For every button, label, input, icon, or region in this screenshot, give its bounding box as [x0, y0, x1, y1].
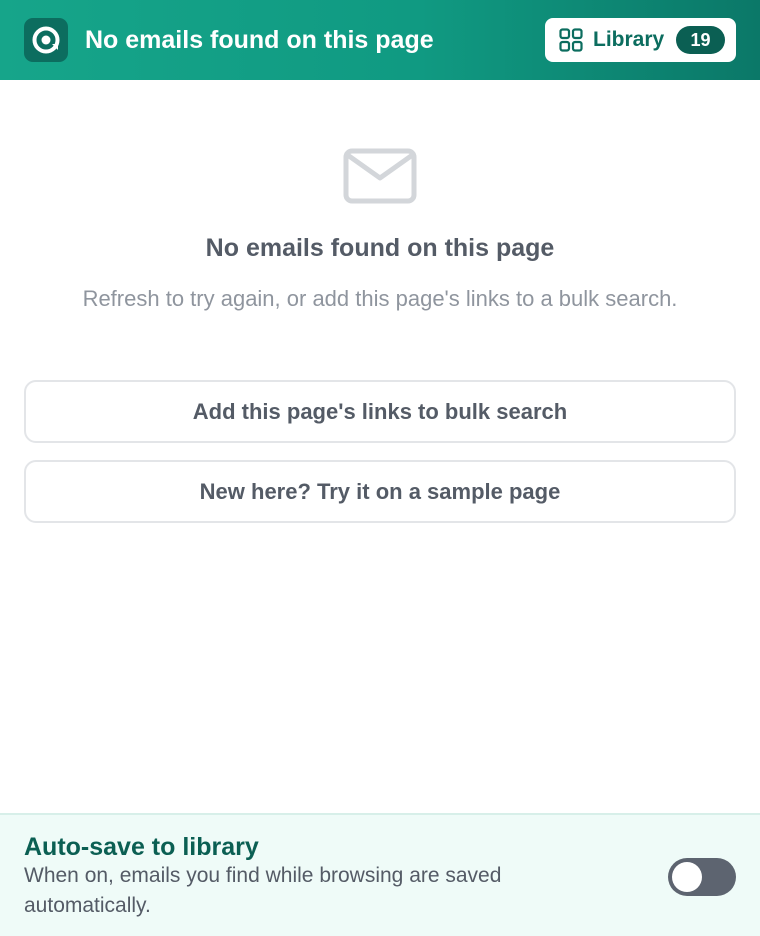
- auto-save-description: When on, emails you find while browsing …: [24, 864, 502, 917]
- empty-state-title: No emails found on this page: [205, 234, 555, 262]
- page-title: No emails found on this page: [85, 26, 434, 54]
- library-count-badge: 19: [676, 26, 725, 54]
- library-button[interactable]: Library 19: [545, 18, 736, 62]
- auto-save-footer: Auto-save to library When on, emails you…: [0, 813, 760, 936]
- empty-state-message: Refresh to try again, or add this page's…: [82, 286, 678, 311]
- header-bar: No emails found on this page Library 19: [0, 0, 760, 80]
- at-sign-logo-icon: [24, 18, 68, 62]
- add-links-to-bulk-search-button[interactable]: Add this page's links to bulk search: [24, 380, 736, 443]
- auto-save-toggle[interactable]: [668, 858, 736, 896]
- mail-icon: [343, 148, 417, 204]
- try-sample-page-button[interactable]: New here? Try it on a sample page: [24, 460, 736, 523]
- auto-save-title: Auto-save to library: [24, 833, 259, 861]
- toggle-knob: [672, 862, 702, 892]
- library-label: Library: [593, 28, 665, 51]
- grid-icon: [559, 28, 583, 52]
